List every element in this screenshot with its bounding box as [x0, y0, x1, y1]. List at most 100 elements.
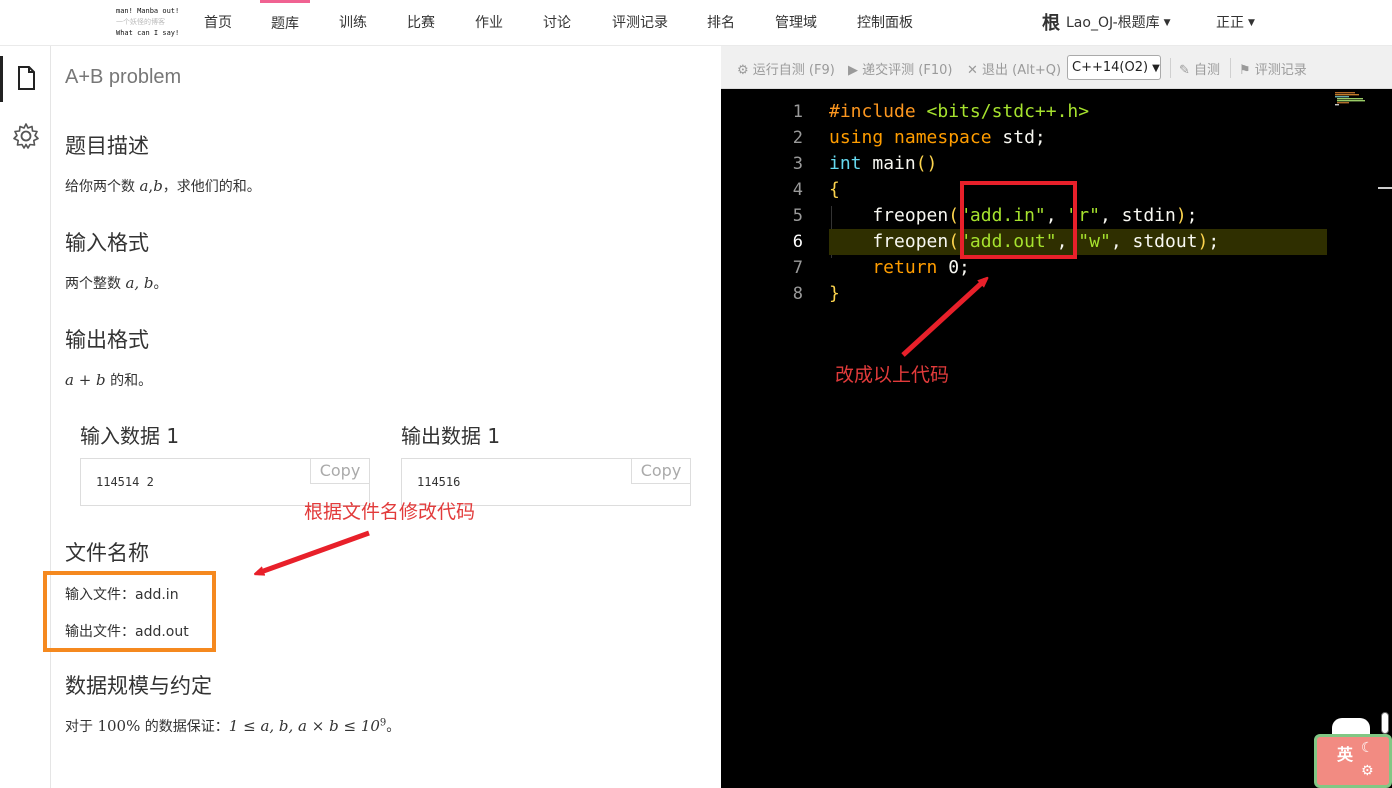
input-vars: a, b	[125, 274, 154, 292]
editor-toolbar: ⚙ 运行自测 (F9) ▶ 递交评测 (F10) ✕ 退出 (Alt+Q) C+…	[721, 46, 1392, 89]
line-number: 6	[792, 232, 803, 252]
document-icon[interactable]	[12, 64, 40, 92]
highlight-box-filenames	[43, 571, 216, 652]
code-token: using namespace	[829, 127, 1003, 148]
annotation-modify-by-filename: 根据文件名修改代码	[304, 501, 476, 523]
code-token: )	[1197, 231, 1209, 252]
copy-input-button[interactable]: Copy	[310, 458, 370, 484]
highlight-box-code	[960, 181, 1077, 259]
output-suffix: 的和。	[105, 373, 153, 389]
line-number: 4	[792, 180, 803, 200]
code-line[interactable]: {	[829, 177, 840, 203]
gear-icon: ⚙	[1361, 763, 1374, 779]
sample-input-value[interactable]: 114514 2	[96, 475, 154, 489]
records-button[interactable]: ⚑ 评测记录	[1239, 59, 1307, 78]
code-token: main	[872, 153, 916, 174]
nav-item-1[interactable]: 题库	[260, 0, 310, 46]
code-token: , stdout	[1110, 231, 1198, 252]
nav-item-5[interactable]: 讨论	[532, 0, 582, 46]
limits-mid: 的数据保证：	[140, 719, 229, 735]
ime-status-widget[interactable]: 英 ☾ ⚙	[1314, 734, 1392, 788]
self-test-button[interactable]: ✎ 自测	[1179, 59, 1220, 78]
code-line[interactable]: int main()	[829, 151, 937, 177]
active-indicator	[0, 56, 3, 102]
limits-suffix: 。	[386, 719, 401, 735]
nav-item-2[interactable]: 训练	[328, 0, 378, 46]
line-number: 1	[792, 102, 803, 122]
description-heading: 题目描述	[65, 134, 149, 158]
moon-icon: ☾	[1361, 740, 1374, 756]
desc-suffix: ，求他们的和。	[162, 179, 261, 195]
language-select[interactable]: C++14(O2) ▼	[1067, 55, 1161, 80]
input-format-heading: 输入格式	[65, 231, 149, 255]
nav-item-3[interactable]: 比赛	[396, 0, 446, 46]
site-logo[interactable]: man! Manba out! 一个妖怪的博客 What can I say!	[116, 6, 184, 40]
sample-output-value[interactable]: 114516	[417, 475, 460, 489]
limits-prefix: 对于	[65, 719, 98, 735]
code-editor-panel: ⚙ 运行自测 (F9) ▶ 递交评测 (F10) ✕ 退出 (Alt+Q) C+…	[721, 46, 1392, 788]
limits-percent: 100%	[97, 717, 141, 735]
code-token: ()	[915, 153, 938, 174]
minimap[interactable]	[1335, 92, 1369, 106]
exit-label: 退出 (Alt+Q)	[982, 63, 1062, 78]
submit-button[interactable]: ▶ 递交评测 (F10)	[848, 59, 952, 78]
records-label: 评测记录	[1254, 63, 1307, 78]
top-navigation: man! Manba out! 一个妖怪的博客 What can I say! …	[0, 0, 1392, 46]
scrollbar-marker[interactable]	[1378, 187, 1392, 189]
user-menu[interactable]: 正正 ▼	[1216, 0, 1255, 46]
code-token: (	[948, 231, 960, 252]
toolbar-divider	[1170, 58, 1171, 78]
nav-item-0[interactable]: 首页	[193, 0, 243, 46]
copy-output-button[interactable]: Copy	[631, 458, 691, 484]
domain-logo-glyph: 根	[1042, 13, 1060, 34]
pencil-icon: ✎	[1179, 63, 1190, 78]
sample-input-heading: 输入数据 1	[80, 424, 180, 448]
ime-language-label: 英	[1337, 745, 1354, 764]
sample-output-heading: 输出数据 1	[401, 424, 501, 448]
code-token: "w"	[1078, 231, 1111, 252]
code-line[interactable]: #include <bits/stdc++.h>	[829, 99, 1089, 125]
description-text: 给你两个数 a,b，求他们的和。	[65, 176, 261, 196]
logo-line-1: man! Manba out!	[116, 7, 180, 15]
self-test-label: 自测	[1194, 63, 1221, 78]
domain-switcher[interactable]: 根 Lao_OJ-根题库 ▼	[1042, 0, 1171, 46]
limits-text: 对于 100% 的数据保证：1 ≤ a, b, a × b ≤ 109。	[65, 716, 400, 736]
user-name: 正正	[1216, 15, 1244, 31]
domain-name: Lao_OJ-根题库	[1066, 15, 1160, 31]
gear-icon[interactable]	[12, 122, 40, 150]
exit-button[interactable]: ✕ 退出 (Alt+Q)	[967, 59, 1061, 78]
language-value: C++14(O2)	[1072, 60, 1149, 75]
line-number: 3	[792, 154, 803, 174]
input-format-text: 两个整数 a, b。	[65, 273, 168, 293]
code-token: int	[829, 153, 873, 174]
line-number: 2	[792, 128, 803, 148]
code-token: <bits/stdc++.h>	[926, 101, 1090, 122]
output-format-heading: 输出格式	[65, 328, 149, 352]
nav-item-4[interactable]: 作业	[464, 0, 514, 46]
scratchpad-sidebar	[0, 46, 51, 788]
line-number: 7	[792, 258, 803, 278]
nav-item-6[interactable]: 评测记录	[600, 0, 680, 46]
flag-icon: ⚑	[1239, 63, 1251, 78]
code-line[interactable]: return 0;	[829, 255, 970, 281]
code-token: ;	[1186, 205, 1198, 226]
logo-line-3: What can I say!	[116, 29, 180, 37]
nav-item-8[interactable]: 管理域	[764, 0, 829, 46]
run-self-test-button[interactable]: ⚙ 运行自测 (F9)	[737, 59, 835, 78]
code-token: (	[948, 205, 960, 226]
limits-expr: 1 ≤ a, b, a × b ≤ 10	[228, 717, 380, 735]
line-number: 8	[792, 284, 803, 304]
code-token: std;	[1002, 127, 1046, 148]
input-suffix: 。	[153, 276, 168, 292]
page-scrollbar[interactable]	[1381, 712, 1389, 734]
code-token: #include	[829, 101, 927, 122]
file-name-heading: 文件名称	[65, 541, 149, 565]
code-token: , stdin	[1099, 205, 1176, 226]
code-line[interactable]: }	[829, 281, 840, 307]
input-prefix: 两个整数	[65, 276, 126, 292]
code-line[interactable]: using namespace std;	[829, 125, 1046, 151]
limits-heading: 数据规模与约定	[65, 674, 212, 698]
nav-item-9[interactable]: 控制面板	[845, 0, 925, 46]
nav-item-7[interactable]: 排名	[696, 0, 746, 46]
desc-prefix: 给你两个数	[65, 179, 140, 195]
